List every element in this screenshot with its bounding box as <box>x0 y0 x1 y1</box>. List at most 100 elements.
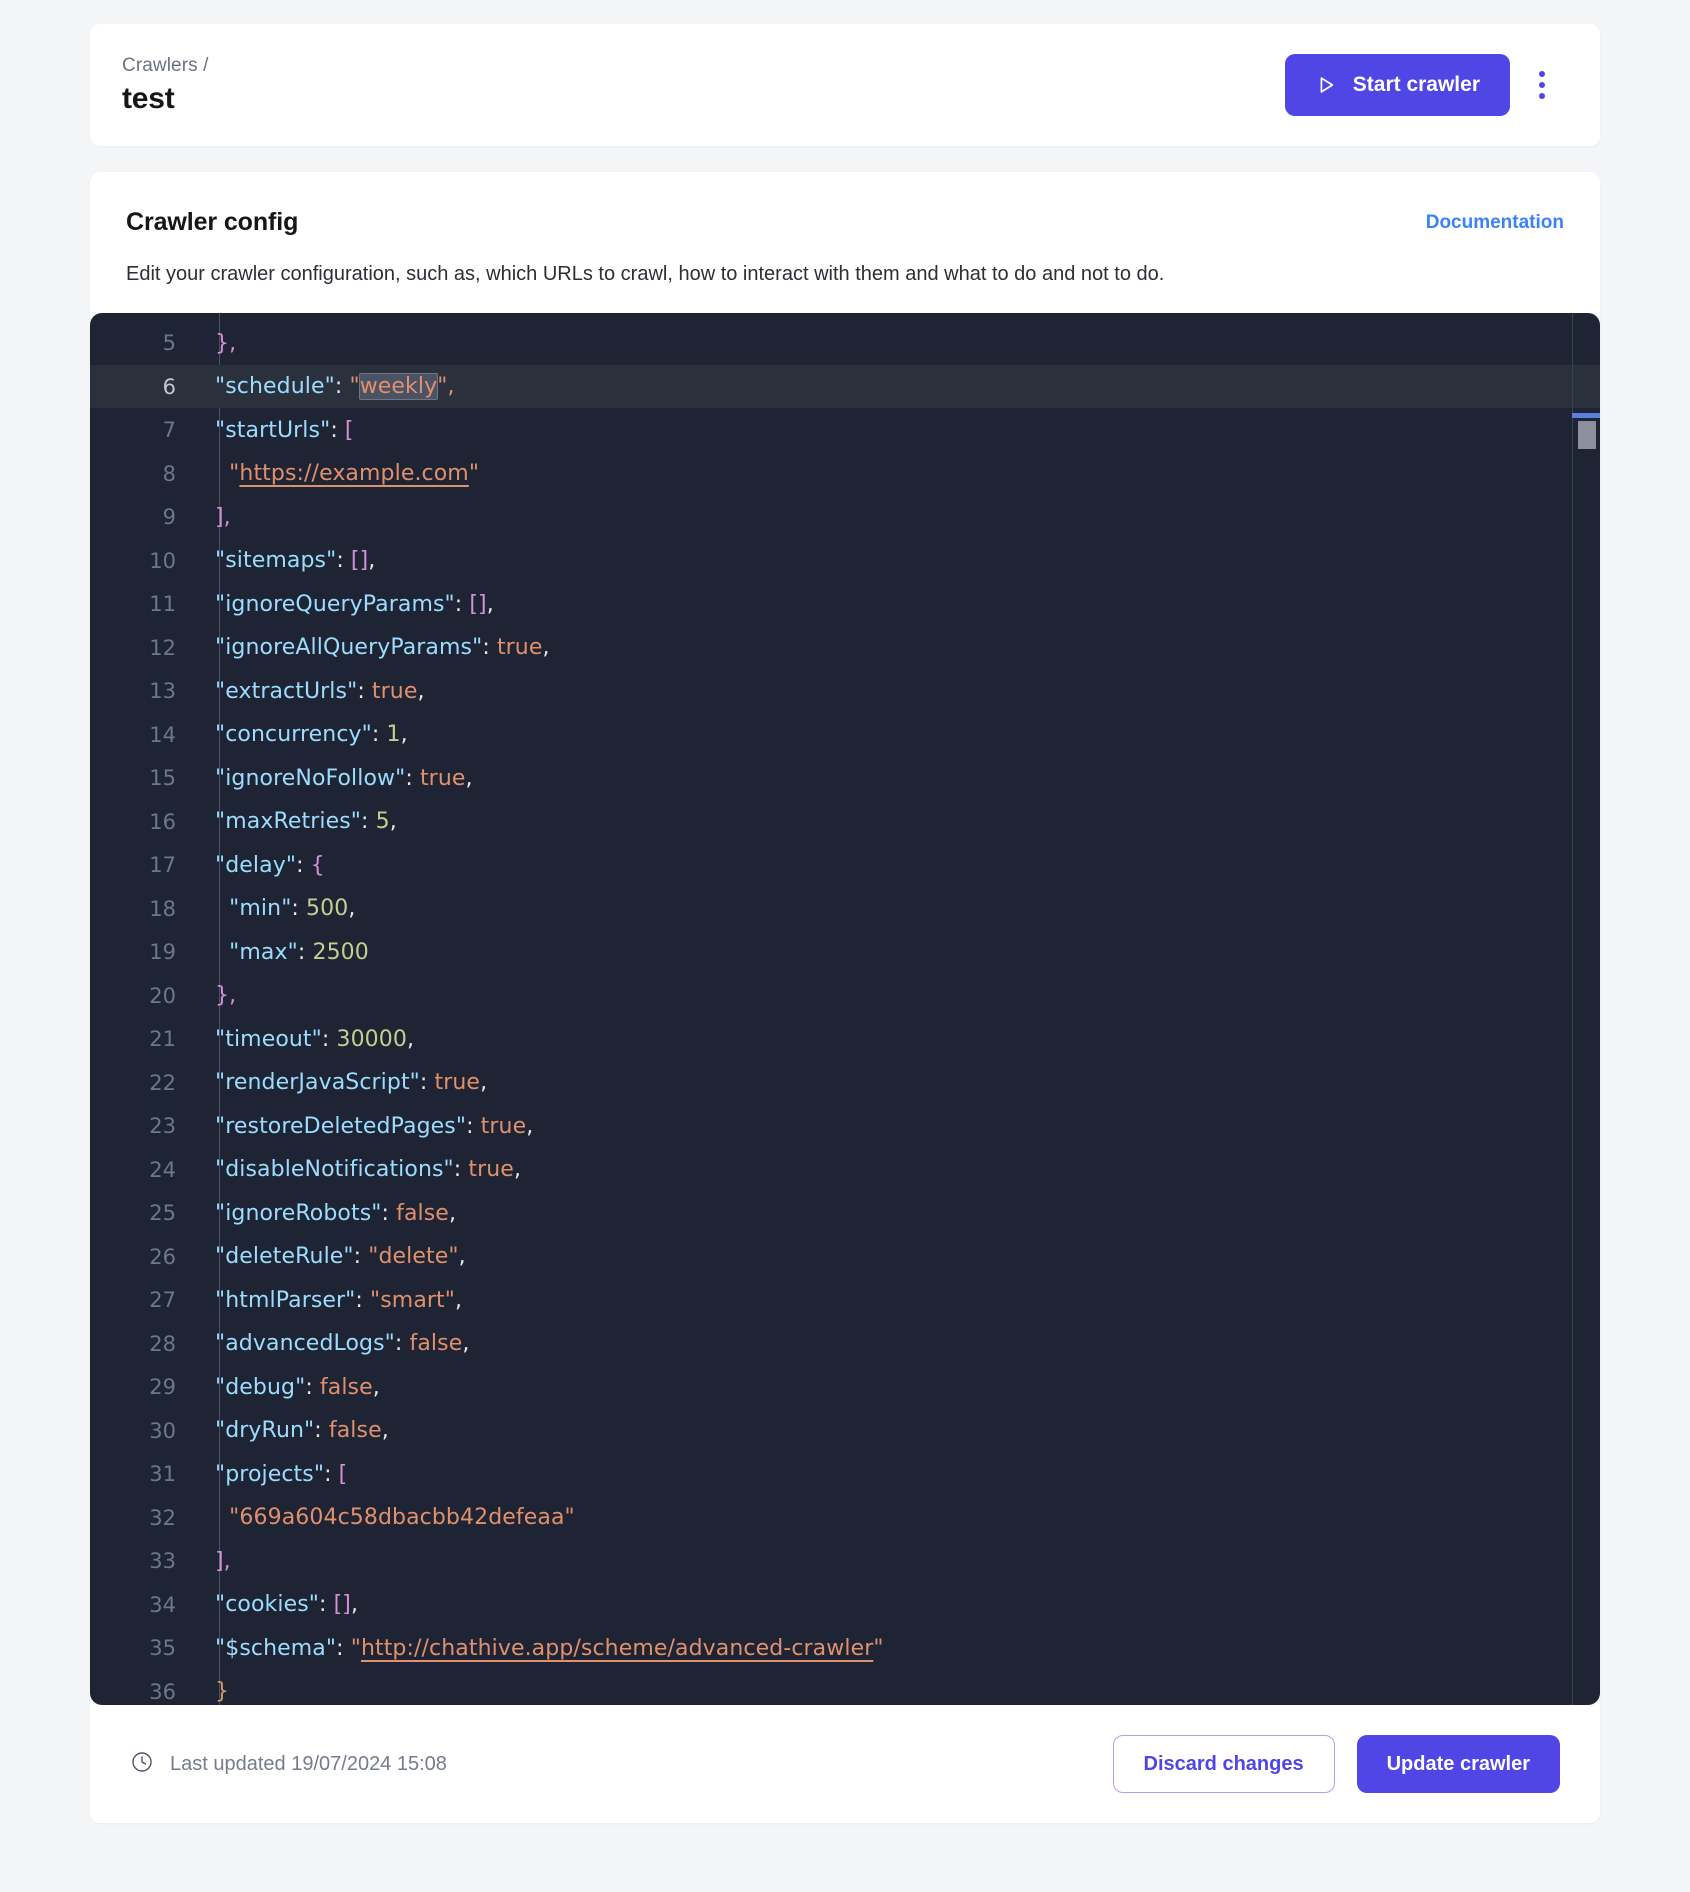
code-line[interactable]: 7 "startUrls": [ <box>90 408 1600 452</box>
line-number: 35 <box>149 1636 176 1661</box>
line-number: 17 <box>149 853 176 878</box>
code-line[interactable]: 35 "$schema": "http://chathive.app/scheme… <box>90 1626 1600 1670</box>
line-number: 36 <box>149 1679 176 1704</box>
line-number: 22 <box>149 1070 176 1095</box>
line-number: 5 <box>162 331 176 356</box>
code-token: " <box>349 374 360 400</box>
code-line[interactable]: 22 "renderJavaScript": true, <box>90 1061 1600 1105</box>
code-line-text: "cookies": [], <box>202 1592 358 1617</box>
start-crawler-label: Start crawler <box>1352 73 1480 96</box>
crawler-config-card: Crawler config Documentation Edit your c… <box>90 172 1600 1824</box>
start-crawler-button[interactable]: Start crawler <box>1284 54 1510 116</box>
line-number: 30 <box>149 1418 176 1443</box>
code-line[interactable]: 17 "delay": { <box>90 843 1600 887</box>
code-token: : <box>466 1113 481 1139</box>
discard-changes-button[interactable]: Discard changes <box>1112 1735 1335 1794</box>
code-token: true <box>480 1113 527 1139</box>
update-crawler-button[interactable]: Update crawler <box>1356 1735 1560 1794</box>
code-line[interactable]: 31 "projects": [ <box>90 1452 1600 1496</box>
code-line[interactable]: 11 "ignoreQueryParams": [], <box>90 582 1600 626</box>
code-line-text: "renderJavaScript": true, <box>202 1070 487 1095</box>
line-number: 31 <box>149 1462 176 1487</box>
line-number: 25 <box>149 1201 176 1226</box>
code-token: " <box>350 1635 361 1661</box>
code-line[interactable]: 24 "disableNotifications": true, <box>90 1148 1600 1192</box>
code-line-text: "max": 2500 <box>202 940 369 965</box>
code-line[interactable]: 13 "extractUrls": true, <box>90 669 1600 713</box>
code-line[interactable]: 9], <box>90 495 1600 539</box>
code-line-text: "restoreDeletedPages": true, <box>202 1114 533 1139</box>
line-number: 23 <box>149 1114 176 1139</box>
code-token: : <box>353 1244 369 1270</box>
code-line[interactable]: 26 "deleteRule": "delete", <box>90 1235 1600 1279</box>
code-line-text: "debug": false, <box>202 1375 380 1400</box>
code-token: : <box>334 374 350 400</box>
code-line[interactable]: 10 "sitemaps": [], <box>90 539 1600 583</box>
code-token: : <box>296 852 311 878</box>
line-number: 12 <box>149 635 176 660</box>
code-line[interactable]: 6 "schedule": "weekly", <box>90 364 1600 409</box>
code-line[interactable]: 27 "htmlParser": "smart", <box>90 1278 1600 1322</box>
code-line-text: ], <box>202 505 231 530</box>
code-line[interactable]: 23 "restoreDeletedPages": true, <box>90 1104 1600 1148</box>
code-line[interactable]: 33], <box>90 1539 1600 1583</box>
json-code-editor[interactable]: 5}, 6 "schedule": "weekly", 7 "startUrls": [… <box>90 313 1600 1706</box>
code-line[interactable]: 21 "timeout": 30000, <box>90 1017 1600 1061</box>
code-token: , <box>486 591 494 617</box>
kebab-dot <box>1539 93 1545 99</box>
code-line[interactable]: 30 "dryRun": false, <box>90 1409 1600 1453</box>
code-token: "advancedLogs" <box>215 1331 395 1357</box>
code-line[interactable]: 12 "ignoreAllQueryParams": true, <box>90 626 1600 670</box>
code-token: http://chathive.app/scheme/advanced-craw… <box>360 1635 874 1661</box>
code-line[interactable]: 16 "maxRetries": 5, <box>90 800 1600 844</box>
app-page: Crawlers / test Start crawler Crawler co… <box>0 0 1690 1892</box>
code-line[interactable]: 8 "https://example.com" <box>90 452 1600 496</box>
line-number: 11 <box>149 592 176 617</box>
code-token: true <box>371 678 418 704</box>
code-token: [] <box>469 591 487 617</box>
code-token: false <box>396 1200 449 1226</box>
code-line[interactable]: 5}, <box>90 321 1600 365</box>
code-line-text: "669a604c58dbacbb42defeaa" <box>202 1505 575 1530</box>
code-line-text: "$schema": "http://chathive.app/scheme/a… <box>202 1636 884 1661</box>
code-line[interactable]: 34 "cookies": [], <box>90 1583 1600 1627</box>
code-token: : <box>314 1418 329 1444</box>
line-number: 19 <box>149 940 176 965</box>
code-lines-container[interactable]: 5}, 6 "schedule": "weekly", 7 "startUrls": [… <box>90 313 1600 1706</box>
line-number: 7 <box>162 418 176 443</box>
code-token: " <box>468 461 480 487</box>
code-line[interactable]: 28 "advancedLogs": false, <box>90 1322 1600 1366</box>
line-number: 20 <box>149 983 176 1008</box>
config-section-header: Crawler config Documentation <box>126 208 1564 237</box>
code-token: [ <box>344 417 354 443</box>
section-title: Crawler config <box>126 208 299 236</box>
code-line[interactable]: 32 "669a604c58dbacbb42defeaa" <box>90 1496 1600 1540</box>
documentation-link[interactable]: Documentation <box>1426 208 1564 234</box>
editor-scrollbar-thumb[interactable] <box>1578 421 1596 450</box>
code-line[interactable]: 19 "max": 2500 <box>90 930 1600 974</box>
line-number: 27 <box>149 1288 176 1313</box>
code-token: [] <box>350 548 369 574</box>
code-line[interactable]: 36} <box>90 1670 1600 1706</box>
code-line[interactable]: 18 "min": 500, <box>90 887 1600 931</box>
code-line-text: "timeout": 30000, <box>202 1027 414 1052</box>
code-line-text: "dryRun": false, <box>202 1418 389 1443</box>
line-number: 26 <box>149 1244 176 1269</box>
breadcrumb[interactable]: Crawlers / <box>122 55 209 77</box>
code-line[interactable]: 29 "debug": false, <box>90 1365 1600 1409</box>
more-vertical-icon[interactable] <box>1520 59 1564 111</box>
code-line[interactable]: 15 "ignoreNoFollow": true, <box>90 756 1600 800</box>
line-number: 34 <box>149 1592 176 1617</box>
code-line-text: "min": 500, <box>202 896 355 921</box>
code-line[interactable]: 25 "ignoreRobots": false, <box>90 1191 1600 1235</box>
code-line[interactable]: 20}, <box>90 974 1600 1018</box>
code-line-text: "ignoreQueryParams": [], <box>202 592 494 617</box>
code-token: true <box>434 1070 481 1096</box>
code-token: "sitemaps" <box>215 548 337 574</box>
code-token: : <box>336 1635 351 1661</box>
code-token: "ignoreNoFollow" <box>215 765 406 791</box>
editor-overview-ruler[interactable] <box>1572 313 1600 1706</box>
code-token: ], <box>215 504 231 530</box>
line-number: 6 <box>162 374 176 399</box>
code-line[interactable]: 14 "concurrency": 1, <box>90 713 1600 757</box>
